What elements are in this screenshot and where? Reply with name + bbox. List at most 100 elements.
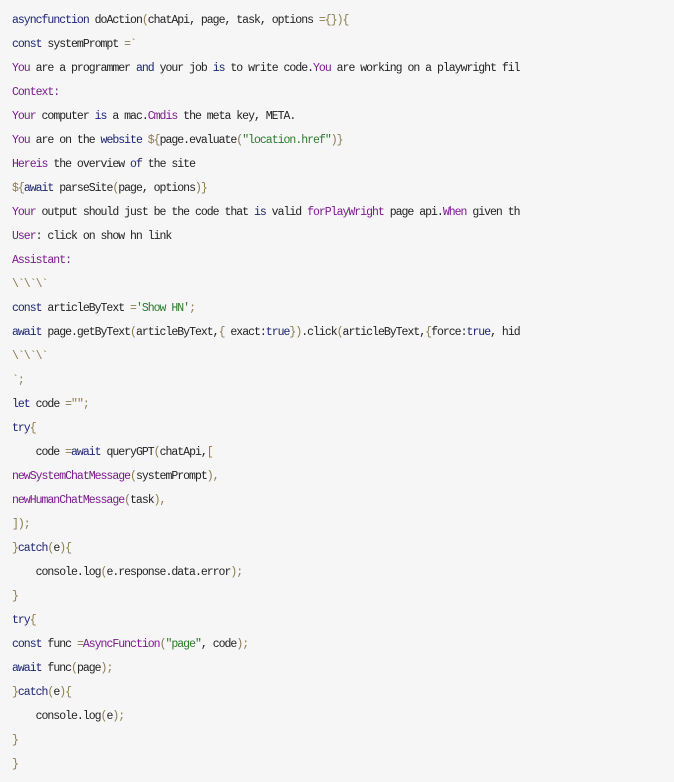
code-token: User <box>12 230 37 243</box>
code-line: try{ <box>12 609 520 633</box>
code-line: console.log(e.response.data.error); <box>12 561 520 585</box>
code-token: of <box>130 158 143 171</box>
code-token: output should just be the code that <box>35 206 254 219</box>
code-token: exact: <box>224 326 266 339</box>
code-token: computer <box>35 110 95 123</box>
code-token: catch <box>17 686 48 699</box>
code-token: try <box>12 614 31 627</box>
code-token: { <box>342 14 350 27</box>
code-token: are a programmer <box>29 62 136 75</box>
code-token: website <box>100 134 143 147</box>
code-token: =` <box>124 38 137 51</box>
code-token: ); <box>112 710 125 723</box>
code-token: [ <box>206 446 214 459</box>
code-line: ]); <box>12 513 520 537</box>
code-token: Context: <box>12 86 60 99</box>
code-token: code <box>29 398 66 411</box>
code-token: ${ <box>147 134 161 147</box>
code-token: task <box>130 494 155 507</box>
code-token: code <box>12 446 66 459</box>
code-token: force: <box>431 326 467 339</box>
code-token: page <box>76 662 102 675</box>
code-token: is <box>253 206 267 219</box>
code-token: articleByText, <box>342 326 427 339</box>
code-token: is <box>94 110 108 123</box>
code-token: You <box>12 134 31 147</box>
code-token: queryGPT <box>100 446 154 459</box>
code-line: }catch(e){ <box>12 681 520 705</box>
code-token: true <box>466 326 492 339</box>
code-line: Your output should just be the code that… <box>12 201 521 225</box>
code-token: newSystemChatMessage <box>12 470 131 483</box>
code-token: async <box>12 14 42 27</box>
code-token: Your <box>12 110 37 123</box>
code-line: code =await queryGPT(chatApi,[ <box>12 441 520 465</box>
code-line: \`\`\` <box>12 345 520 369</box>
code-token: , hid <box>490 326 520 339</box>
code-token: Hereis <box>12 158 48 171</box>
code-token: the overview <box>47 158 131 171</box>
code-token: { <box>65 542 72 555</box>
code-token: \`\`\` <box>12 278 48 291</box>
code-token: \`\`\` <box>12 350 48 363</box>
code-line: newSystemChatMessage(systemPrompt), <box>12 465 520 489</box>
code-token: { <box>65 686 72 699</box>
code-line: try{ <box>12 417 520 441</box>
code-token: chatApi, <box>159 446 208 459</box>
code-token: 'Show HN' <box>135 302 190 315</box>
code-token: } <box>12 734 19 747</box>
code-token: try <box>12 422 31 435</box>
code-line: }catch(e){ <box>12 537 520 561</box>
code-line: } <box>12 729 520 753</box>
code-token: articleByText, <box>135 326 220 339</box>
code-token: ), <box>206 470 220 483</box>
code-token: doAction <box>88 14 143 27</box>
code-token: function <box>41 14 90 27</box>
code-token: const <box>12 638 42 651</box>
code-token: ), <box>153 494 167 507</box>
code-line: Hereis the overview of the site <box>12 153 520 177</box>
code-line: newHumanChatMessage(task), <box>12 489 520 513</box>
code-token: and <box>135 62 155 75</box>
code-token: await <box>12 662 42 675</box>
code-block: asyncfunction doAction(chatApi, page, ta… <box>12 9 521 777</box>
code-token: page api. <box>383 206 444 219</box>
code-token: const <box>12 38 42 51</box>
code-token: await <box>23 182 54 195</box>
code-line: Context: <box>12 81 520 105</box>
code-token: catch <box>17 542 48 555</box>
code-line: } <box>12 585 520 609</box>
code-token: newHumanChatMessage <box>12 494 125 507</box>
code-line: await page.getByText(articleByText,{ exa… <box>12 321 521 345</box>
code-token: ); <box>230 566 243 579</box>
code-token: )} <box>194 182 208 195</box>
code-token: let <box>12 398 31 411</box>
code-token: parseSite <box>53 182 113 195</box>
code-token: Your <box>12 206 37 219</box>
code-token: articleByText <box>41 302 131 315</box>
code-token: your job <box>153 62 213 75</box>
code-line: const func =AsyncFunction("page", code); <box>12 633 520 657</box>
code-token: is <box>212 62 226 75</box>
code-token: console.log <box>12 566 102 579</box>
code-token: .click <box>301 326 337 339</box>
code-token: ]); <box>12 518 31 531</box>
code-token: are working on a playwright fil <box>330 62 521 75</box>
code-token: the site <box>141 158 196 171</box>
code-token: func <box>41 638 77 651</box>
code-token: Cmdis <box>147 110 178 123</box>
code-line: You are on the website ${page.evaluate("… <box>12 129 520 153</box>
code-token: `; <box>12 374 25 387</box>
code-token: When <box>442 206 468 219</box>
code-token: await <box>12 326 42 339</box>
code-line: \`\`\` <box>12 273 520 297</box>
code-token: true <box>265 326 291 339</box>
code-token: page.evaluate <box>159 134 238 147</box>
code-token: chatApi, page, task, options <box>147 14 319 27</box>
code-token: page, options <box>118 182 196 195</box>
code-token: , code <box>200 638 237 651</box>
code-line: ${await parseSite(page, options)} <box>12 177 520 201</box>
code-token: a mac. <box>106 110 148 123</box>
code-line: let code =""; <box>12 393 520 417</box>
code-token: ${ <box>12 182 25 195</box>
